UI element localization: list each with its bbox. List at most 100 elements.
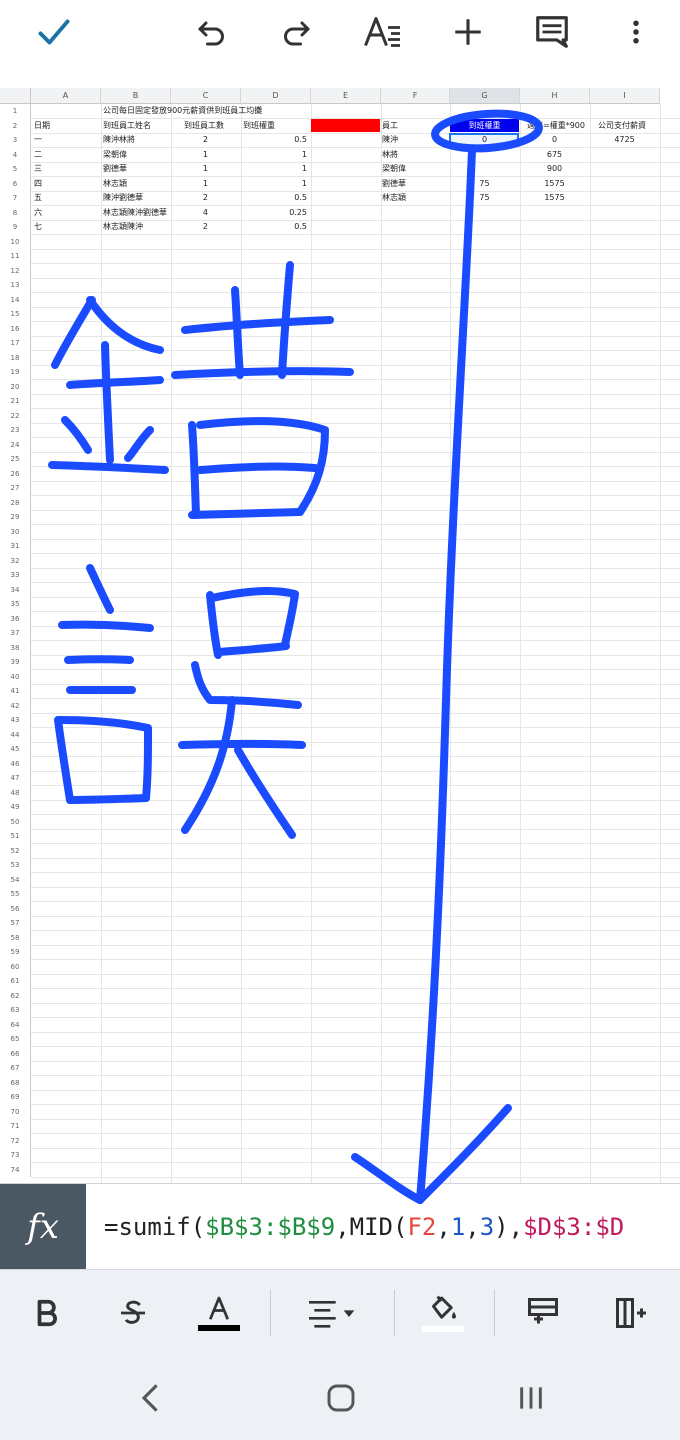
check-icon[interactable]	[32, 10, 76, 54]
row-header[interactable]: 8	[0, 205, 31, 220]
row-header[interactable]: 36	[0, 611, 31, 626]
row-header[interactable]: 51	[0, 829, 31, 844]
redo-icon[interactable]	[274, 10, 318, 54]
row-header[interactable]: 37	[0, 626, 31, 641]
row-header[interactable]: 32	[0, 553, 31, 568]
row-header[interactable]: 54	[0, 872, 31, 887]
row-header[interactable]: 24	[0, 437, 31, 452]
row-header[interactable]: 5	[0, 162, 31, 177]
recents-icon[interactable]	[508, 1375, 554, 1421]
back-icon[interactable]	[128, 1375, 174, 1421]
cell-a5[interactable]: 三	[34, 162, 42, 177]
row-header[interactable]: 70	[0, 1104, 31, 1119]
select-all-corner[interactable]	[0, 88, 31, 104]
row-header[interactable]: 57	[0, 916, 31, 931]
more-vert-icon[interactable]	[614, 10, 658, 54]
row-header[interactable]: 46	[0, 756, 31, 771]
row-header[interactable]: 2	[0, 118, 31, 133]
cell-f3[interactable]: 陳沖	[382, 133, 398, 148]
row-header[interactable]: 48	[0, 785, 31, 800]
fill-color-icon[interactable]	[418, 1288, 468, 1338]
row-header[interactable]: 61	[0, 974, 31, 989]
row-header[interactable]: 52	[0, 843, 31, 858]
bold-icon[interactable]	[22, 1288, 72, 1338]
cell-g3[interactable]: 0	[450, 133, 519, 148]
row-header[interactable]: 34	[0, 582, 31, 597]
row-header[interactable]: 49	[0, 800, 31, 815]
row-header[interactable]: 74	[0, 1162, 31, 1177]
row-header[interactable]: 22	[0, 408, 31, 423]
row-header[interactable]: 11	[0, 249, 31, 264]
row-header[interactable]: 72	[0, 1133, 31, 1148]
plus-icon[interactable]	[446, 10, 490, 54]
row-header[interactable]: 47	[0, 771, 31, 786]
cell-d5[interactable]: 1	[241, 162, 307, 177]
column-header-c[interactable]: C	[171, 88, 241, 104]
cell-c5[interactable]: 1	[171, 162, 208, 177]
row-header[interactable]: 42	[0, 698, 31, 713]
row-header[interactable]: 23	[0, 423, 31, 438]
row-header[interactable]: 27	[0, 481, 31, 496]
row-header[interactable]: 65	[0, 1032, 31, 1047]
row-header[interactable]: 41	[0, 684, 31, 699]
cell-h5[interactable]: 900	[520, 162, 589, 177]
cell-d7[interactable]: 0.5	[241, 191, 307, 206]
row-header[interactable]: 12	[0, 263, 31, 278]
cell-d2[interactable]: 到班權重	[243, 119, 275, 134]
cell-d9[interactable]: 0.5	[241, 220, 307, 235]
row-header[interactable]: 56	[0, 901, 31, 916]
cell-d3[interactable]: 0.5	[241, 133, 307, 148]
row-header[interactable]: 73	[0, 1148, 31, 1163]
row-header[interactable]: 62	[0, 988, 31, 1003]
row-header[interactable]: 64	[0, 1017, 31, 1032]
column-header-i[interactable]: I	[590, 88, 660, 104]
row-header[interactable]: 15	[0, 307, 31, 322]
row-header[interactable]: 38	[0, 640, 31, 655]
row-header[interactable]: 69	[0, 1090, 31, 1105]
cell-h2[interactable]: 週薪=權重*900	[527, 119, 585, 134]
cell-h7[interactable]: 1575	[520, 191, 589, 206]
cell-c9[interactable]: 2	[171, 220, 208, 235]
cell-b4[interactable]: 梁朝偉	[103, 148, 127, 163]
row-header[interactable]: 26	[0, 466, 31, 481]
row-header[interactable]: 39	[0, 655, 31, 670]
row-header[interactable]: 3	[0, 133, 31, 148]
cell-f5[interactable]: 梁朝偉	[382, 162, 406, 177]
cell-c4[interactable]: 1	[171, 148, 208, 163]
cell-f6[interactable]: 劉德華	[382, 177, 406, 192]
red-filled-cell-e2[interactable]	[311, 119, 380, 132]
cell-a9[interactable]: 七	[34, 220, 42, 235]
row-header[interactable]: 10	[0, 234, 31, 249]
cell-b7[interactable]: 陳沖劉德華	[103, 191, 143, 206]
undo-icon[interactable]	[190, 10, 234, 54]
row-header[interactable]: 9	[0, 220, 31, 235]
cell-d8[interactable]: 0.25	[241, 206, 307, 221]
row-header[interactable]: 45	[0, 742, 31, 757]
cell-h4[interactable]: 675	[520, 148, 589, 163]
cell-b9[interactable]: 林志穎陳沖	[103, 220, 143, 235]
cell-b8[interactable]: 林志穎陳沖劉德華	[103, 206, 167, 221]
column-header-h[interactable]: H	[520, 88, 590, 104]
cell-a7[interactable]: 五	[34, 191, 42, 206]
row-header[interactable]: 67	[0, 1061, 31, 1076]
row-header[interactable]: 20	[0, 379, 31, 394]
formula-input[interactable]: =sumif($B$3:$B$9,MID(F2,1,3),$D$3:$D	[104, 1209, 664, 1245]
row-header[interactable]: 17	[0, 336, 31, 351]
cell-b2[interactable]: 到班員工姓名	[103, 119, 151, 134]
strikethrough-icon[interactable]	[108, 1288, 158, 1338]
comment-icon[interactable]	[530, 10, 574, 54]
cell-g6[interactable]: 75	[450, 177, 519, 192]
cell-f2[interactable]: 員工	[382, 119, 398, 134]
cell-d6[interactable]: 1	[241, 177, 307, 192]
row-header[interactable]: 14	[0, 292, 31, 307]
home-icon[interactable]	[318, 1375, 364, 1421]
row-header[interactable]: 50	[0, 814, 31, 829]
cell-h6[interactable]: 1575	[520, 177, 589, 192]
cell-g2[interactable]: 到班權重	[450, 119, 519, 134]
row-header[interactable]: 43	[0, 713, 31, 728]
cell-a2[interactable]: 日期	[34, 119, 50, 134]
row-header[interactable]: 13	[0, 278, 31, 293]
spreadsheet-grid[interactable]: ABCDEFGHI 1 2 3 4 5 6 7 8 9 10 11 12 13 14 15 16 17 18 19 2…	[0, 88, 680, 1183]
cell-h3[interactable]: 0	[520, 133, 589, 148]
cell-a3[interactable]: 一	[34, 133, 42, 148]
